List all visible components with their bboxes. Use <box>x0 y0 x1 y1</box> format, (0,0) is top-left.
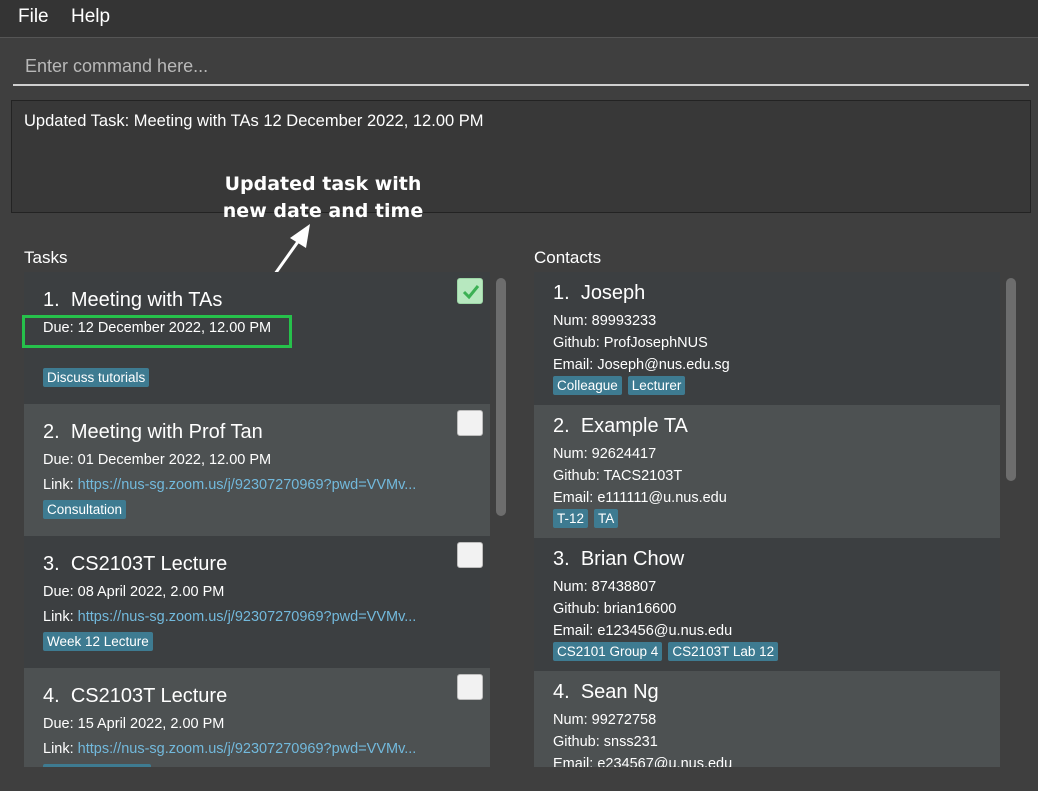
contact-github: Github: snss231 <box>553 734 658 750</box>
menu-bar: File Help <box>0 0 1038 38</box>
tag: CS2103T Lab 12 <box>668 642 779 661</box>
contact-list-scrollbar[interactable] <box>1006 278 1016 481</box>
task-card[interactable]: 4. CS2103T Lecture Due: 15 April 2022, 2… <box>24 668 490 767</box>
contact-tags: Colleague Lecturer <box>553 376 691 395</box>
command-box <box>13 50 1029 86</box>
task-due: Due: 01 December 2022, 12.00 PM <box>43 452 272 468</box>
task-link[interactable]: https://nus-sg.zoom.us/j/92307270969?pwd… <box>78 609 417 625</box>
command-input[interactable] <box>13 50 1029 82</box>
contact-email: Email: Joseph@nus.edu.sg <box>553 357 730 373</box>
contact-name: 4. Sean Ng <box>553 681 659 703</box>
task-link[interactable]: https://nus-sg.zoom.us/j/92307270969?pwd… <box>78 741 417 757</box>
contact-email: Email: e234567@u.nus.edu <box>553 756 733 767</box>
menu-help[interactable]: Help <box>71 6 110 28</box>
task-link-row: Link: https://nus-sg.zoom.us/j/923072709… <box>43 741 417 757</box>
contact-tags: CS2101 Group 4 CS2103T Lab 12 <box>553 642 784 661</box>
task-link-row: Link: https://nus-sg.zoom.us/j/923072709… <box>43 609 417 625</box>
contact-tags: T-12 TA <box>553 509 624 528</box>
task-done-checkbox[interactable] <box>457 674 483 700</box>
task-link-row: Link: https://nus-sg.zoom.us/j/923072709… <box>43 477 417 493</box>
task-tags: Consultation <box>43 500 132 519</box>
task-due: Due: 15 April 2022, 2.00 PM <box>43 716 225 732</box>
task-tags: Week 12 Lecture <box>43 632 159 651</box>
tasks-label: Tasks <box>24 248 68 267</box>
contact-name: 2. Example TA <box>553 415 688 437</box>
task-card[interactable]: 3. CS2103T Lecture Due: 08 April 2022, 2… <box>24 536 490 668</box>
task-due: Due: 08 April 2022, 2.00 PM <box>43 584 225 600</box>
tag: TA <box>594 509 619 528</box>
result-display: Updated Task: Meeting with TAs 12 Decemb… <box>11 100 1031 213</box>
contact-card[interactable]: 4. Sean Ng Num: 99272758 Github: snss231… <box>534 671 1000 767</box>
contact-num: Num: 89993233 <box>553 313 657 329</box>
contact-card[interactable]: 1. Joseph Num: 89993233 Github: ProfJose… <box>534 272 1000 405</box>
task-tags: Discuss tutorials <box>43 368 155 387</box>
task-title: 3. CS2103T Lecture <box>43 553 228 575</box>
tag: Discuss tutorials <box>43 368 150 387</box>
annotation-callout: Updated task with new date and time <box>200 171 446 225</box>
task-title: 1. Meeting with TAs <box>43 289 223 311</box>
contact-github: Github: ProfJosephNUS <box>553 335 708 351</box>
tag: Consultation <box>43 500 127 519</box>
contact-card[interactable]: 2. Example TA Num: 92624417 Github: TACS… <box>534 405 1000 538</box>
contact-num: Num: 92624417 <box>553 446 657 462</box>
contact-card[interactable]: 3. Brian Chow Num: 87438807 Github: bria… <box>534 538 1000 671</box>
annotation-line-2: new date and time <box>222 200 424 222</box>
task-link[interactable]: https://nus-sg.zoom.us/j/92307270969?pwd… <box>78 477 417 493</box>
menu-file[interactable]: File <box>18 6 49 28</box>
tag: Lecturer <box>627 376 686 395</box>
task-card[interactable]: 2. Meeting with Prof Tan Due: 01 Decembe… <box>24 404 490 536</box>
contacts-label: Contacts <box>534 248 602 267</box>
tag: T-12 <box>553 509 589 528</box>
contact-github: Github: TACS2103T <box>553 468 683 484</box>
contact-github: Github: brian16600 <box>553 601 677 617</box>
contact-email: Email: e111111@u.nus.edu <box>553 490 727 506</box>
check-icon <box>462 285 480 300</box>
task-done-checkbox[interactable] <box>457 542 483 568</box>
tag <box>43 764 151 767</box>
contact-num: Num: 99272758 <box>553 712 657 728</box>
contact-num: Num: 87438807 <box>553 579 657 595</box>
contact-list[interactable]: 1. Joseph Num: 89993233 Github: ProfJose… <box>534 272 1000 767</box>
annotation-line-1: Updated task with <box>224 173 422 195</box>
task-title: 2. Meeting with Prof Tan <box>43 421 263 443</box>
tag: Week 12 Lecture <box>43 632 153 651</box>
task-done-checkbox[interactable] <box>457 410 483 436</box>
contact-name: 3. Brian Chow <box>553 548 685 570</box>
contact-name: 1. Joseph <box>553 282 646 304</box>
due-date-highlight <box>22 315 292 348</box>
task-list-scrollbar[interactable] <box>496 278 506 516</box>
result-text: Updated Task: Meeting with TAs 12 Decemb… <box>24 112 484 130</box>
task-title: 4. CS2103T Lecture <box>43 685 228 707</box>
task-tags <box>43 764 157 767</box>
task-done-checkbox[interactable] <box>457 278 483 304</box>
tag: Colleague <box>553 376 622 395</box>
tag: CS2101 Group 4 <box>553 642 663 661</box>
contact-email: Email: e123456@u.nus.edu <box>553 623 733 639</box>
